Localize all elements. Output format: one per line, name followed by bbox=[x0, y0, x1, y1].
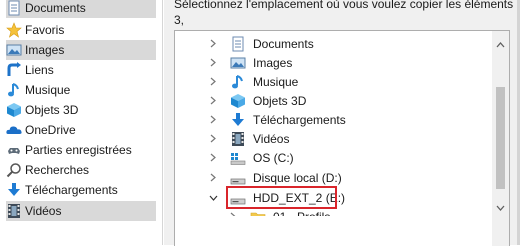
video-icon bbox=[232, 131, 244, 146]
chevron-right-icon[interactable] bbox=[228, 212, 238, 216]
navigation-pane: Documents Favoris Images Liens Musique O… bbox=[0, 0, 162, 245]
tree-item-objets-3d[interactable]: Objets 3D bbox=[175, 91, 471, 110]
nav-item-label: Favoris bbox=[25, 23, 65, 37]
nav-item-label: Recherches bbox=[25, 163, 90, 177]
nav-item-label: Musique bbox=[25, 83, 71, 97]
star-icon bbox=[6, 22, 22, 38]
tree-item-label: Vidéos bbox=[253, 131, 290, 146]
music-icon bbox=[232, 74, 243, 88]
nav-item-favoris[interactable]: Favoris bbox=[6, 20, 156, 40]
chevron-up-icon bbox=[496, 42, 505, 48]
tree-item-musique[interactable]: Musique bbox=[175, 72, 471, 91]
nav-item-recherches[interactable]: Recherches bbox=[6, 160, 156, 180]
tree-item-disque-local-d[interactable]: Disque local (D:) bbox=[175, 168, 471, 187]
chevron-down-icon bbox=[496, 205, 505, 211]
nav-item-label: Documents bbox=[25, 1, 86, 15]
nav-item-label: Parties enregistrées bbox=[25, 143, 132, 157]
nav-item-telechargements[interactable]: Téléchargements bbox=[6, 180, 156, 200]
chevron-right-icon[interactable] bbox=[208, 96, 218, 106]
tree-item-label: Documents bbox=[253, 36, 314, 51]
music-icon bbox=[8, 83, 19, 97]
link-icon bbox=[7, 62, 21, 76]
documents-icon bbox=[232, 36, 244, 51]
scroll-down-button[interactable] bbox=[492, 200, 509, 216]
nav-item-images[interactable]: Images bbox=[6, 40, 156, 60]
documents-icon bbox=[8, 0, 20, 16]
chevron-right-icon[interactable] bbox=[208, 173, 218, 183]
tree-item-telechargements[interactable]: Téléchargements bbox=[175, 110, 471, 129]
images-icon bbox=[6, 44, 22, 56]
nav-item-label: Objets 3D bbox=[25, 103, 79, 117]
nav-item-liens[interactable]: Liens bbox=[6, 60, 156, 80]
tree-item-videos[interactable]: Vidéos bbox=[175, 129, 471, 148]
tree-item-profils[interactable]: 01 - Profils bbox=[175, 207, 471, 224]
tree-item-label: Musique bbox=[253, 74, 299, 89]
nav-item-videos[interactable]: Vidéos bbox=[6, 201, 156, 221]
saved-games-icon bbox=[8, 148, 20, 154]
chevron-right-icon[interactable] bbox=[208, 77, 218, 87]
tree-item-label: OS (C:) bbox=[253, 150, 294, 165]
images-icon bbox=[230, 57, 246, 68]
tree-item-images[interactable]: Images bbox=[175, 53, 471, 72]
tree-item-label: Téléchargements bbox=[253, 112, 346, 127]
chevron-right-icon[interactable] bbox=[208, 153, 218, 163]
copy-dialog: Sélectionnez l'emplacement où vous voule… bbox=[164, 0, 520, 246]
tree-item-label: Images bbox=[253, 55, 293, 70]
folder-icon bbox=[250, 212, 266, 216]
folder-tree: Documents Images Musique Objets 3D Téléc… bbox=[174, 30, 510, 246]
3d-objects-icon bbox=[7, 103, 21, 117]
selection-highlight-box bbox=[226, 186, 337, 209]
search-icon bbox=[6, 163, 21, 178]
chevron-right-icon[interactable] bbox=[208, 134, 218, 144]
nav-item-objets-3d[interactable]: Objets 3D bbox=[6, 100, 156, 120]
nav-item-label: OneDrive bbox=[25, 123, 76, 137]
tree-item-os-c[interactable]: OS (C:) bbox=[175, 148, 471, 167]
chevron-right-icon[interactable] bbox=[208, 39, 218, 49]
windows-drive-icon bbox=[230, 152, 246, 165]
drive-icon bbox=[230, 178, 246, 184]
nav-item-parties-enregistrees[interactable]: Parties enregistrées bbox=[6, 140, 156, 160]
tree-item-documents[interactable]: Documents bbox=[175, 34, 471, 53]
pane-divider bbox=[162, 0, 163, 245]
tree-item-label: Objets 3D bbox=[253, 93, 307, 108]
3d-objects-icon bbox=[231, 93, 245, 108]
nav-item-label: Liens bbox=[25, 63, 54, 77]
nav-item-label: Téléchargements bbox=[25, 183, 118, 197]
tree-item-label: 01 - Profils bbox=[273, 209, 331, 224]
nav-item-musique[interactable]: Musique bbox=[6, 80, 156, 100]
scroll-thumb[interactable] bbox=[496, 87, 505, 189]
onedrive-icon bbox=[6, 126, 22, 134]
chevron-right-icon[interactable] bbox=[208, 115, 218, 125]
chevron-right-icon[interactable] bbox=[208, 58, 218, 68]
download-icon bbox=[8, 183, 20, 196]
nav-item-onedrive[interactable]: OneDrive bbox=[6, 120, 156, 140]
scroll-up-button[interactable] bbox=[492, 37, 509, 53]
nav-item-documents[interactable]: Documents bbox=[6, 0, 156, 18]
chevron-down-icon[interactable] bbox=[208, 193, 218, 203]
tree-item-label: Disque local (D:) bbox=[253, 170, 342, 185]
download-icon bbox=[232, 112, 244, 126]
nav-item-label: Images bbox=[25, 43, 65, 57]
nav-item-label: Vidéos bbox=[25, 204, 62, 218]
video-icon bbox=[8, 204, 20, 218]
tree-scrollbar[interactable] bbox=[492, 31, 509, 246]
